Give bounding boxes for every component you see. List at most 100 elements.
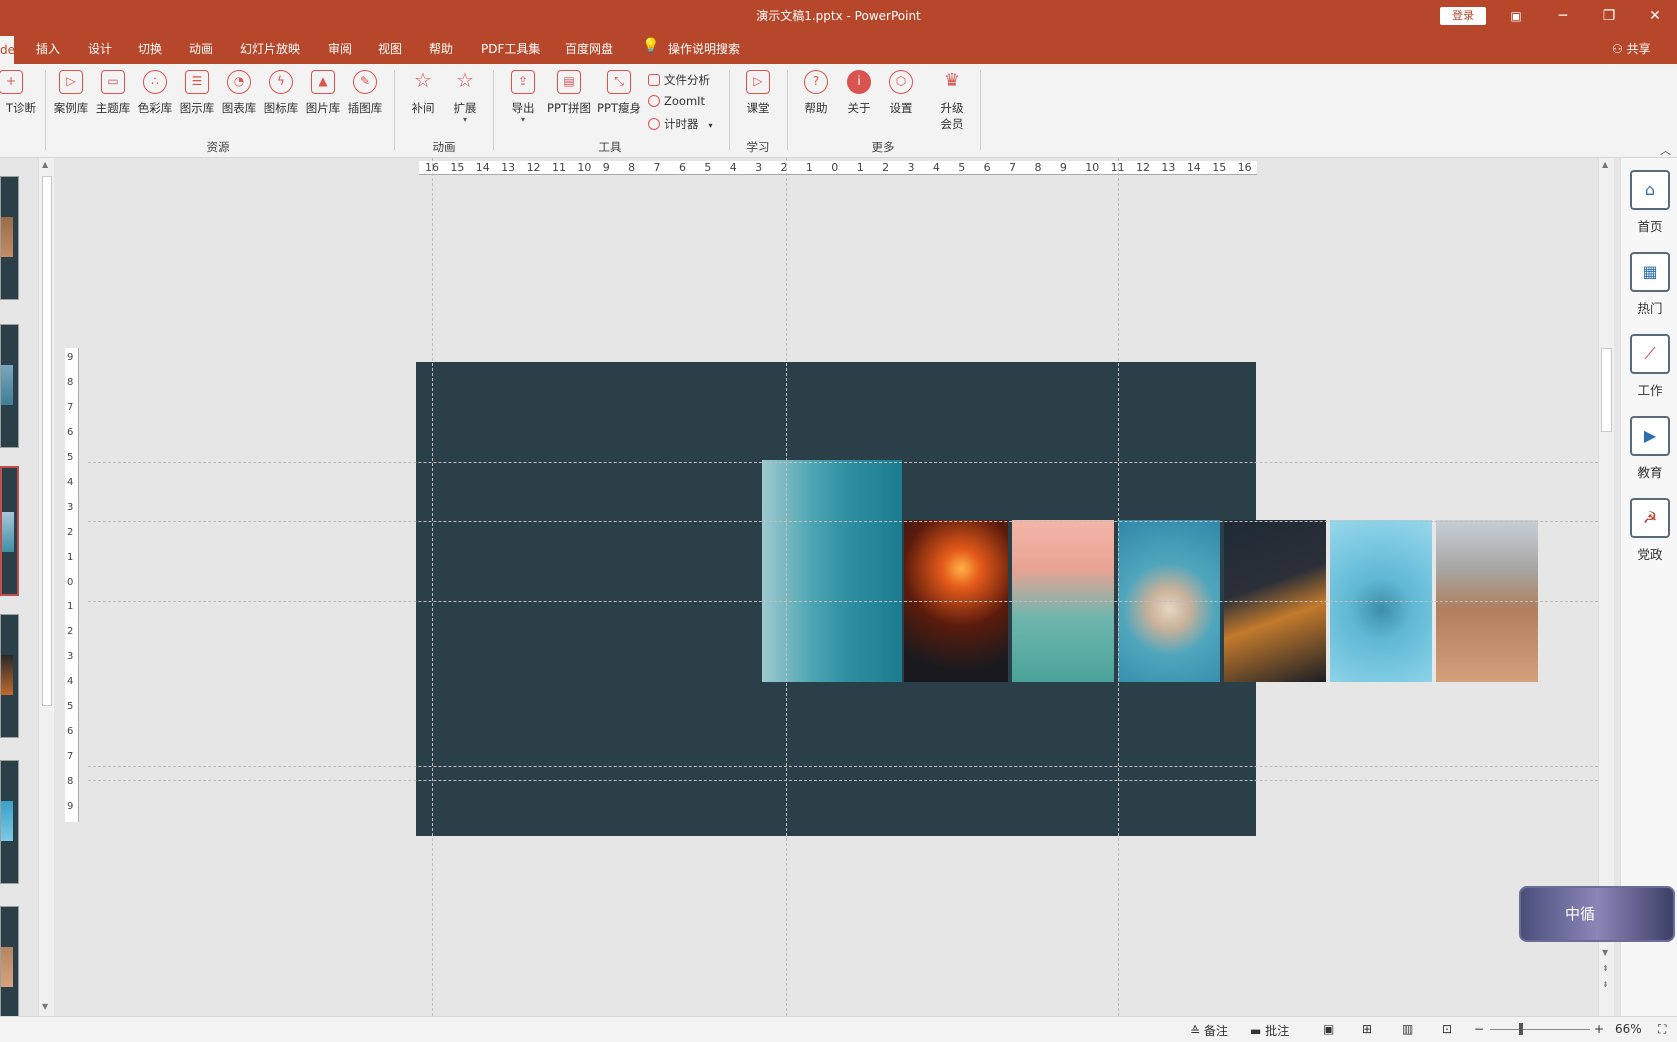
help-button[interactable]: ? 帮助 [795,70,837,116]
side-item-party[interactable]: ☭ 党政 [1627,498,1673,563]
group-separator [787,70,788,150]
ruler-tick-label: 0 [67,576,74,588]
diagram-library-button[interactable]: ☰ 图示库 [176,70,218,116]
ruler-tick-label: 9 [1059,161,1067,174]
tab-pdf-tools[interactable]: PDF工具集 [481,40,540,57]
ppt-collage-button[interactable]: ▤ PPT拼图 [544,70,594,116]
settings-button[interactable]: ⬡ 设置 [880,70,922,116]
side-item-home[interactable]: ⌂ 首页 [1627,170,1673,235]
about-button[interactable]: i 关于 [838,70,880,116]
guide-line[interactable] [786,158,787,1016]
slide-thumbnail[interactable] [0,324,19,448]
slide-sorter-icon[interactable]: ⊞ [1362,1022,1372,1036]
normal-view-icon[interactable]: ▣ [1323,1022,1334,1036]
ruler-tick-label: 2 [67,626,74,638]
zoom-out-button[interactable]: − [1474,1022,1484,1036]
login-button[interactable]: 登录 [1440,7,1486,25]
guide-line[interactable] [88,601,1598,602]
close-button[interactable]: ✕ [1632,0,1677,32]
classroom-button[interactable]: ▷ 课堂 [737,70,779,116]
tab-insert[interactable]: 插入 [36,40,60,57]
upgrade-member-button[interactable]: ♛ 升级 会员 [931,70,973,132]
ruler-tick-label: 3 [755,161,763,174]
slide-thumbnail-selected[interactable] [0,466,19,596]
scroll-down-icon[interactable]: ▼ [1602,948,1608,957]
export-button[interactable]: ⇪ 导出 ▾ [502,70,544,124]
tab-transitions[interactable]: 切换 [138,40,162,57]
comment-icon [648,74,660,86]
slide-thumbnail[interactable] [0,176,19,300]
collapse-ribbon-icon[interactable]: ︿ [1660,142,1671,158]
tab-help[interactable]: 帮助 [429,40,453,57]
guide-line[interactable] [88,780,1598,781]
guide-line[interactable] [88,521,1598,522]
zoomit-button[interactable]: ZoomIt [648,94,705,108]
guide-line[interactable] [88,462,1598,463]
ribbon: + T诊断 ▷ 案例库 ▭ 主题库 ∴ 色彩库 ☰ 图示库 ◔ 图表库 ϟ 图标库 ▲ 图片库… [0,64,1677,158]
side-item-work[interactable]: ⟋ 工作 [1627,334,1673,399]
slide-thumbnail[interactable] [0,760,19,884]
side-item-hot[interactable]: ▦ 热门 [1627,252,1673,317]
floating-game-badge[interactable]: 中循 [1519,886,1675,942]
slide-thumbnail[interactable] [0,614,19,738]
guide-line[interactable] [88,766,1598,767]
extend-button[interactable]: ☆ 扩展 ▾ [444,70,486,124]
tab-slideshow[interactable]: 幻灯片放映 [240,40,300,57]
ruler-tick-label: 16 [1237,161,1252,174]
file-analysis-button[interactable]: 文件分析 [648,72,710,88]
guide-line[interactable] [1118,158,1119,1016]
tab-design[interactable]: 设计 [88,40,112,57]
reading-view-icon[interactable]: ▥ [1402,1022,1413,1036]
color-library-button[interactable]: ∴ 色彩库 [134,70,176,116]
scroll-up-icon[interactable]: ▲ [1602,160,1608,169]
previous-slide-icon[interactable]: ⇞ [1602,964,1609,973]
tell-me-search[interactable]: 操作说明搜索 [668,40,740,57]
image-library-button[interactable]: ▲ 图片库 [302,70,344,116]
chart-library-button[interactable]: ◔ 图表库 [218,70,260,116]
theme-library-button[interactable]: ▭ 主题库 [92,70,134,116]
tab-baidu-netdisk[interactable]: 百度网盘 [565,40,613,57]
slideshow-icon[interactable]: ⊡ [1442,1022,1452,1036]
next-slide-icon[interactable]: ⇟ [1602,980,1609,989]
ruler-tick-label: 7 [67,401,74,413]
icon-library-label: 图标库 [263,101,299,115]
comments-button[interactable]: ▬ 批注 [1250,1022,1289,1039]
icon-library-button[interactable]: ϟ 图标库 [260,70,302,116]
tab-review[interactable]: 审阅 [328,40,352,57]
side-item-education[interactable]: ▶ 教育 [1627,416,1673,481]
case-library-button[interactable]: ▷ 案例库 [50,70,92,116]
zoom-level[interactable]: 66% [1615,1022,1642,1036]
ribbon-display-icon[interactable]: ▣ [1493,0,1539,32]
tab-view[interactable]: 视图 [378,40,402,57]
thumbnail-scrollbar[interactable]: ▲ ▼ [38,158,54,1016]
grid-icon: ▦ [1630,252,1670,292]
tab-active-partial[interactable]: de [0,36,14,64]
scroll-down-icon[interactable]: ▼ [42,1002,48,1011]
diagnose-label: T诊断 [5,101,36,115]
share-button[interactable]: ⚇ 共享 [1612,40,1651,57]
timer-button[interactable]: 计时器 ▾ [648,116,713,132]
scrollbar-thumb[interactable] [42,176,52,706]
slide-editing-canvas[interactable]: 16 15 14 13 12 11 10 9 8 7 6 5 4 3 2 1 0 1 2 3 4 5 6 7 8 9 10 11 12 1… [58,158,1598,1016]
diagnose-button[interactable]: + T诊断 [0,70,36,116]
photo-ocean-zipper[interactable] [762,460,902,682]
tab-animations[interactable]: 动画 [189,40,213,57]
ppt-slim-button[interactable]: ⤡ PPT瘦身 [594,70,644,116]
zoom-slider-knob[interactable] [1519,1023,1523,1035]
guide-line[interactable] [432,158,433,1016]
minimize-button[interactable]: ─ [1540,0,1586,32]
scrollbar-thumb[interactable] [1601,348,1612,432]
illustration-library-button[interactable]: ✎ 插图库 [344,70,386,116]
illustration-library-label: 插图库 [347,101,383,115]
group-label-tools: 工具 [598,140,622,154]
fit-to-window-icon[interactable]: ⛶ [1658,1022,1666,1037]
notes-button[interactable]: ≙ 备注 [1190,1022,1228,1039]
zoom-slider[interactable] [1490,1029,1590,1030]
group-separator [729,70,730,150]
zoom-in-button[interactable]: + [1594,1022,1604,1036]
brush-icon: ✎ [353,70,377,94]
slide-thumbnail[interactable] [0,906,19,1030]
restore-button[interactable]: ❐ [1586,0,1632,32]
tween-button[interactable]: ☆ 补间 [402,70,444,116]
scroll-up-icon[interactable]: ▲ [42,160,48,169]
